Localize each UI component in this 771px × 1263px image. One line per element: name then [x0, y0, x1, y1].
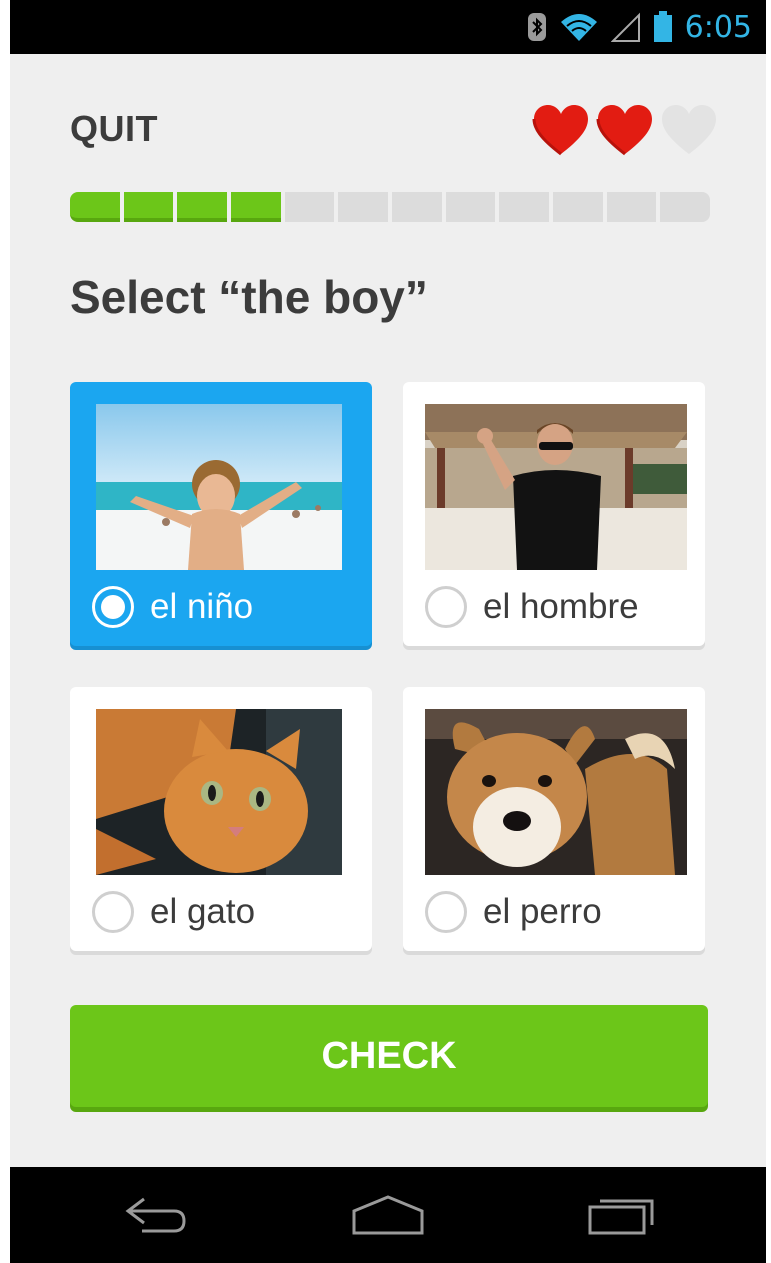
progress-segment-remaining [392, 192, 442, 222]
progress-segment-remaining [445, 192, 496, 222]
radio-selected[interactable] [92, 586, 134, 628]
status-bar: 6:05 [10, 0, 766, 54]
cat-image [96, 709, 342, 875]
option-label: el niño [150, 587, 254, 626]
radio-unselected[interactable] [92, 891, 134, 933]
heart-empty-icon [662, 105, 716, 154]
option-card-man[interactable]: el hombre [403, 382, 705, 646]
lesson-progress-bar [70, 192, 711, 222]
progress-segment-remaining [284, 192, 335, 222]
progress-segment-remaining [553, 192, 603, 222]
app-screen: 6:05 QUIT Select “the boy” el niño el ho… [10, 0, 766, 1263]
recent-apps-icon[interactable] [586, 1193, 658, 1237]
option-label: el gato [150, 892, 256, 931]
bluetooth-icon [527, 12, 547, 42]
heart-full-icon [532, 105, 588, 156]
option-label: el hombre [483, 587, 639, 626]
check-button[interactable]: CHECK [70, 1005, 708, 1107]
boy-at-beach-image [96, 404, 342, 570]
progress-segment-completed [177, 192, 228, 222]
android-nav-bar [10, 1167, 766, 1263]
hearts-lives [532, 104, 718, 156]
option-card-cat[interactable]: el gato [70, 687, 372, 951]
battery-icon [653, 11, 673, 43]
question-prompt: Select “the boy” [70, 271, 428, 323]
man-image [425, 404, 687, 570]
progress-segment-remaining [606, 192, 657, 222]
option-card-dog[interactable]: el perro [403, 687, 705, 951]
radio-unselected[interactable] [425, 891, 467, 933]
signal-icon [610, 12, 641, 42]
progress-segment-completed [231, 192, 281, 222]
progress-segment-completed [70, 192, 120, 222]
option-label: el perro [483, 892, 602, 931]
wifi-icon [559, 12, 599, 42]
back-icon[interactable] [122, 1193, 190, 1237]
radio-unselected[interactable] [425, 586, 467, 628]
home-icon[interactable] [350, 1193, 426, 1237]
progress-segment-remaining [499, 192, 550, 222]
progress-segment-remaining [338, 192, 389, 222]
quit-button[interactable]: QUIT [70, 108, 158, 150]
progress-segment-completed [123, 192, 174, 222]
dog-image [425, 709, 687, 875]
option-card-boy[interactable]: el niño [70, 382, 372, 646]
heart-full-icon [596, 105, 652, 156]
clock: 6:05 [684, 9, 752, 45]
progress-segment-remaining [660, 192, 711, 222]
